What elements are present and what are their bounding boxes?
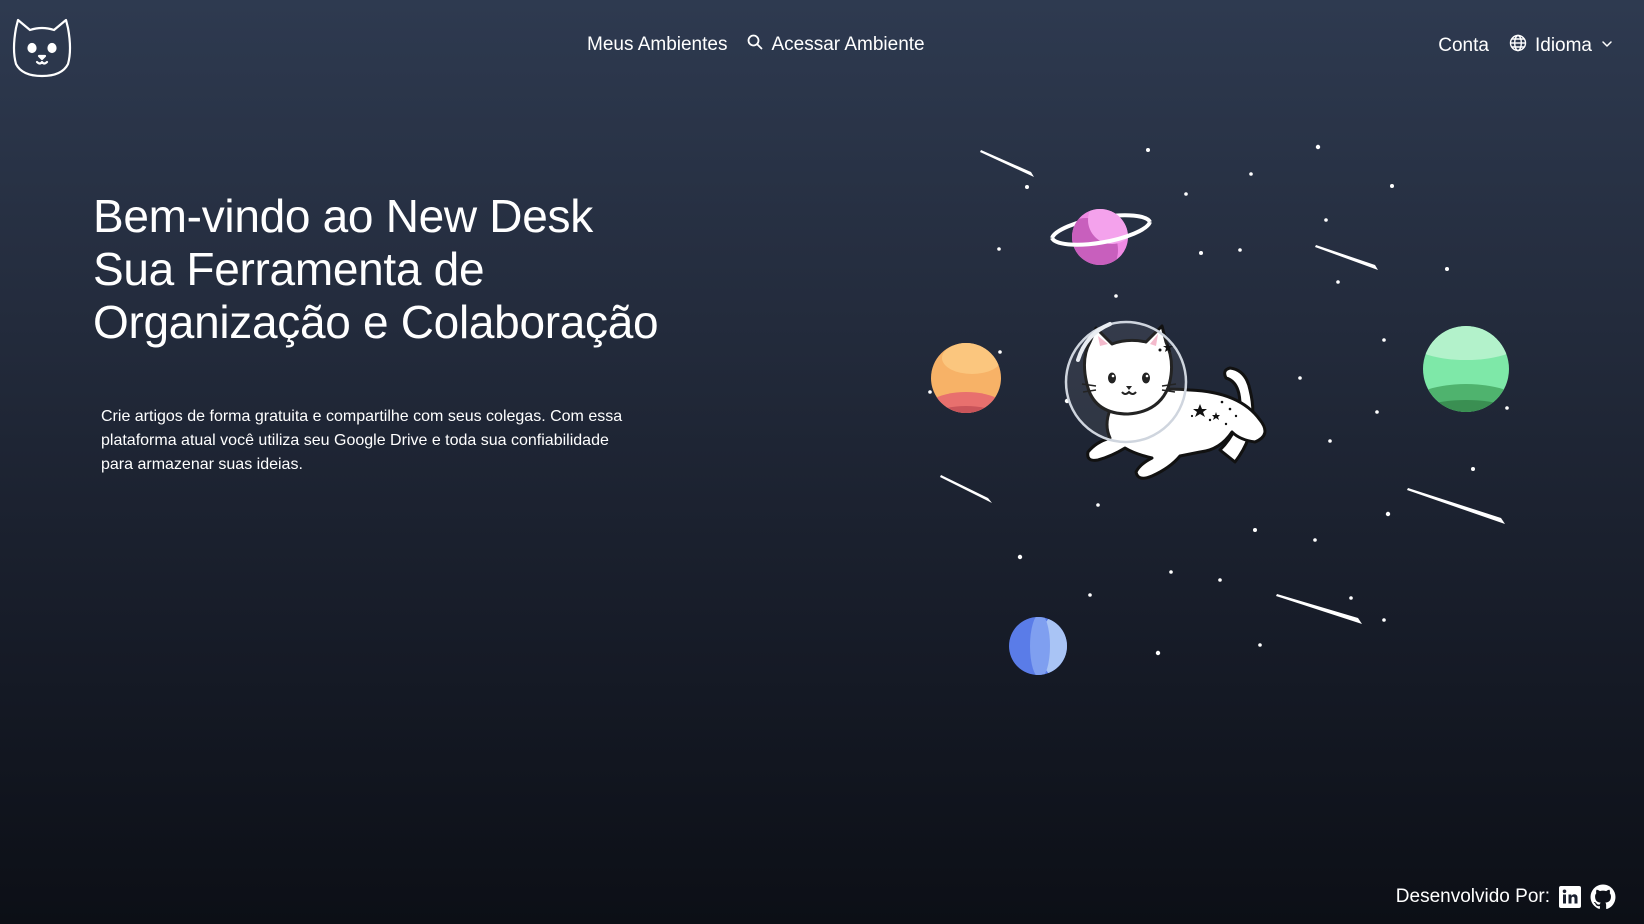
cat-astronaut: [1064, 320, 1267, 480]
shooting-stars: [940, 150, 1505, 624]
account-link[interactable]: Conta: [1438, 35, 1489, 57]
developed-by-label: Desenvolvido Por:: [1395, 886, 1550, 907]
language-label: Idioma: [1534, 35, 1592, 56]
hero-description: Crie artigos de forma gratuita e compart…: [101, 408, 623, 473]
blue-planet: [1009, 617, 1067, 675]
astronaut-cat-illustration: [900, 120, 1540, 700]
green-planet: [1423, 326, 1509, 412]
logo-cat-icon[interactable]: [10, 16, 74, 80]
globe-icon: [1509, 34, 1527, 58]
nav-my-environments[interactable]: Meus Ambientes: [587, 34, 727, 56]
hero-title-line-1: Bem-vindo ao New Desk: [93, 190, 593, 242]
github-icon[interactable]: [1590, 884, 1616, 910]
hero-title-line-2: Sua Ferramenta de: [93, 243, 485, 295]
nav-access-environment[interactable]: Acessar Ambiente: [747, 34, 925, 56]
linkedin-icon[interactable]: [1558, 885, 1582, 909]
search-icon: [747, 34, 763, 56]
main-nav: Meus Ambientes Acessar Ambiente: [587, 34, 925, 56]
pink-planet: [1050, 209, 1152, 265]
hero-title-line-3: Organização e Colaboração: [93, 296, 659, 348]
nav-my-environments-label: Meus Ambientes: [587, 34, 728, 55]
hero-title: Bem-vindo ao New Desk Sua Ferramenta de …: [93, 190, 659, 349]
orange-planet: [931, 343, 1001, 413]
chevron-down-icon: [1600, 35, 1614, 57]
footer: Desenvolvido Por:: [1396, 884, 1616, 910]
account-nav: Conta Idioma: [1438, 34, 1614, 58]
language-selector[interactable]: Idioma: [1509, 34, 1614, 58]
nav-access-environment-label: Acessar Ambiente: [771, 34, 925, 55]
